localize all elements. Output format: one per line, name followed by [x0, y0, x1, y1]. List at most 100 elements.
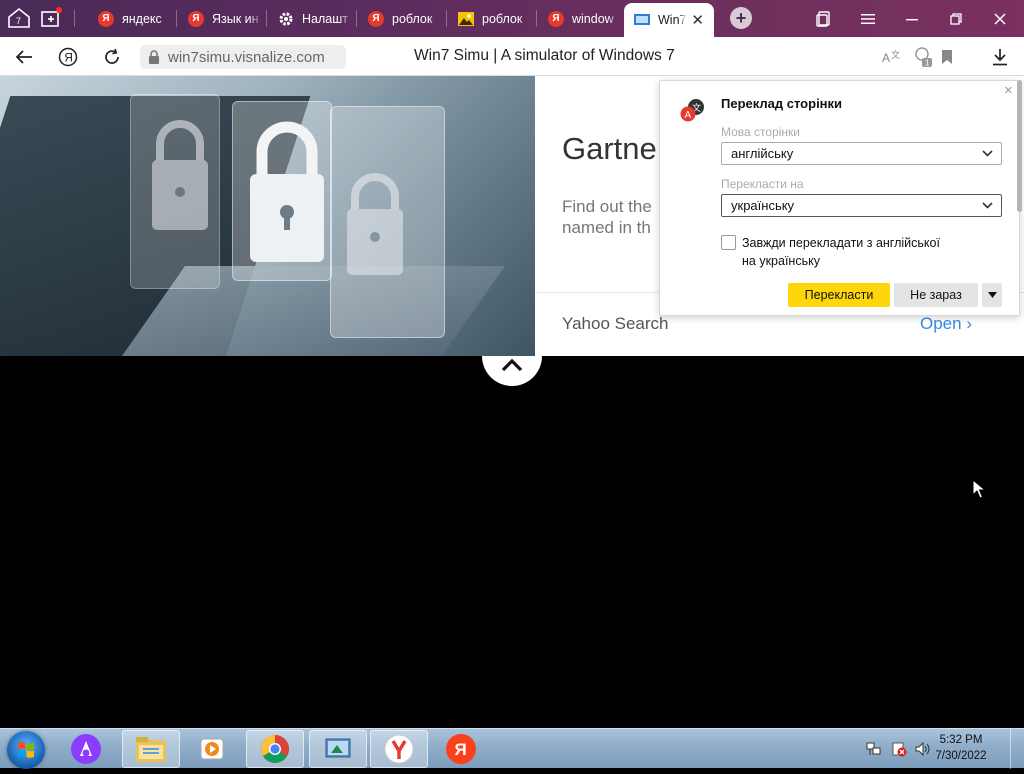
- padlock-icon: [248, 116, 326, 271]
- tab-settings[interactable]: Налашт: [268, 3, 354, 34]
- padlock-icon: [150, 116, 210, 241]
- url-text: win7simu.visnalize.com: [168, 48, 325, 66]
- start-button[interactable]: [7, 731, 45, 769]
- taskbar-chrome[interactable]: [246, 730, 304, 768]
- always-translate-label[interactable]: Завжди перекладати з англійської на укра…: [742, 234, 972, 270]
- url-field[interactable]: win7simu.visnalize.com: [140, 45, 346, 69]
- taskbar-clock[interactable]: 5:32 PM 7/30/2022: [932, 732, 990, 764]
- show-desktop-button[interactable]: [1010, 729, 1024, 769]
- restore-icon[interactable]: [933, 0, 979, 37]
- page-language-select[interactable]: англійську: [721, 142, 1002, 165]
- chevron-down-icon: [982, 143, 993, 172]
- svg-text:Я: Я: [64, 51, 73, 65]
- open-link[interactable]: Open ›: [920, 314, 972, 334]
- tabs-collection-icon[interactable]: [801, 0, 847, 37]
- taskbar-app-window[interactable]: [309, 730, 367, 768]
- page-scrollbar[interactable]: [1017, 80, 1022, 212]
- tab-win7-active[interactable]: Win7 ✕: [624, 3, 714, 37]
- svg-text:A: A: [882, 51, 890, 65]
- article-subtitle: Find out the named in th: [562, 197, 652, 237]
- chevron-down-icon: [987, 292, 997, 298]
- close-icon[interactable]: ✕: [1004, 84, 1013, 97]
- clock-date: 7/30/2022: [935, 750, 987, 762]
- lock-icon[interactable]: [148, 50, 160, 64]
- tab-separator: [356, 10, 357, 27]
- translate-button[interactable]: Перекласти: [788, 283, 890, 307]
- padlock-icon: [345, 171, 405, 286]
- clock-time: 5:32 PM: [939, 734, 983, 746]
- svg-text:Я: Я: [455, 740, 467, 759]
- page-title: Win7 Simu | A simulator of Windows 7: [414, 47, 675, 64]
- translate-to-label: Перекласти на: [721, 177, 804, 191]
- win7-icon: [634, 12, 650, 28]
- back-icon[interactable]: [11, 44, 37, 70]
- tab-roblox-1[interactable]: Я роблок: [358, 3, 444, 34]
- translate-icon[interactable]: A文: [879, 44, 905, 70]
- gear-icon: [278, 11, 294, 27]
- svg-text:文: 文: [891, 49, 900, 60]
- close-window-icon[interactable]: [977, 0, 1023, 37]
- translate-to-select[interactable]: українську: [721, 194, 1002, 217]
- home-icon[interactable]: 7: [6, 5, 32, 31]
- app-window-icon: [325, 738, 351, 758]
- translate-logo-icon: 文A: [680, 98, 706, 124]
- not-now-button[interactable]: Не зараз: [894, 283, 978, 307]
- mouse-cursor-icon: [972, 478, 987, 499]
- bookmark-icon[interactable]: [934, 44, 960, 70]
- tab-roblox-2[interactable]: роблок: [448, 3, 534, 34]
- yandex-browser-icon: [384, 734, 414, 764]
- chrome-icon: [261, 735, 289, 763]
- taskbar-yandex-browser[interactable]: [370, 730, 428, 768]
- tab-separator: [176, 10, 177, 27]
- article-headline[interactable]: Gartne: [562, 131, 657, 167]
- more-options-button[interactable]: [982, 283, 1002, 307]
- new-window-icon[interactable]: [38, 5, 64, 31]
- yandex-icon: Я: [188, 10, 204, 27]
- download-icon[interactable]: [987, 44, 1013, 70]
- network-icon[interactable]: [866, 741, 882, 757]
- page-language-label: Мова сторінки: [721, 125, 801, 139]
- action-center-warning-icon[interactable]: [891, 741, 907, 757]
- new-tab-button[interactable]: +: [730, 7, 752, 29]
- protect-icon[interactable]: 1: [909, 44, 935, 70]
- address-bar: Я win7simu.visnalize.com Win7 Simu | A s…: [0, 37, 1024, 76]
- image-icon: [458, 11, 474, 27]
- always-translate-checkbox[interactable]: [721, 235, 736, 250]
- minimize-icon[interactable]: [889, 0, 935, 37]
- tab-language[interactable]: Я Язык ин: [178, 3, 264, 34]
- tab-separator: [74, 10, 75, 27]
- popup-title: Переклад сторінки: [721, 96, 843, 111]
- chevron-up-icon: [501, 358, 523, 372]
- yahoo-search-label: Yahoo Search: [562, 314, 669, 333]
- menu-icon[interactable]: [845, 0, 891, 37]
- tab-windows[interactable]: Я window: [538, 3, 622, 34]
- translate-popup: 文A Переклад сторінки ✕ Мова сторінки анг…: [659, 80, 1020, 316]
- browser-tab-bar: 7 Я яндекс Я Язык ин Налашт Я роблок роб…: [0, 0, 1024, 37]
- yandex-icon: Я: [446, 734, 476, 764]
- windows-logo-icon: [18, 742, 34, 758]
- taskbar-explorer[interactable]: [122, 730, 180, 768]
- yandex-icon: Я: [548, 10, 564, 27]
- folder-icon: [136, 737, 166, 762]
- reload-icon[interactable]: [99, 44, 125, 70]
- chevron-down-icon: [982, 195, 993, 224]
- taskbar-yandex[interactable]: Я: [432, 730, 490, 768]
- chevron-right-icon: ›: [966, 314, 972, 333]
- tab-separator: [446, 10, 447, 27]
- yandex-icon: Я: [98, 10, 114, 27]
- media-player-icon: [200, 738, 224, 760]
- alice-icon: [71, 734, 101, 764]
- tab-separator: [266, 10, 267, 27]
- yandex-logo-icon[interactable]: Я: [55, 44, 81, 70]
- svg-text:7: 7: [16, 16, 21, 26]
- tab-separator: [536, 10, 537, 27]
- taskbar-alice[interactable]: [57, 730, 115, 768]
- tab-yandex[interactable]: Я яндекс: [88, 3, 174, 34]
- hero-security-image: [0, 76, 535, 356]
- windows-taskbar: Я 5:32 PM 7/30/2022: [0, 728, 1024, 769]
- close-tab-icon[interactable]: ✕: [691, 11, 704, 29]
- volume-icon[interactable]: [915, 741, 931, 757]
- yandex-icon: Я: [368, 10, 384, 27]
- taskbar-media-player[interactable]: [183, 730, 241, 768]
- svg-text:1: 1: [925, 59, 930, 68]
